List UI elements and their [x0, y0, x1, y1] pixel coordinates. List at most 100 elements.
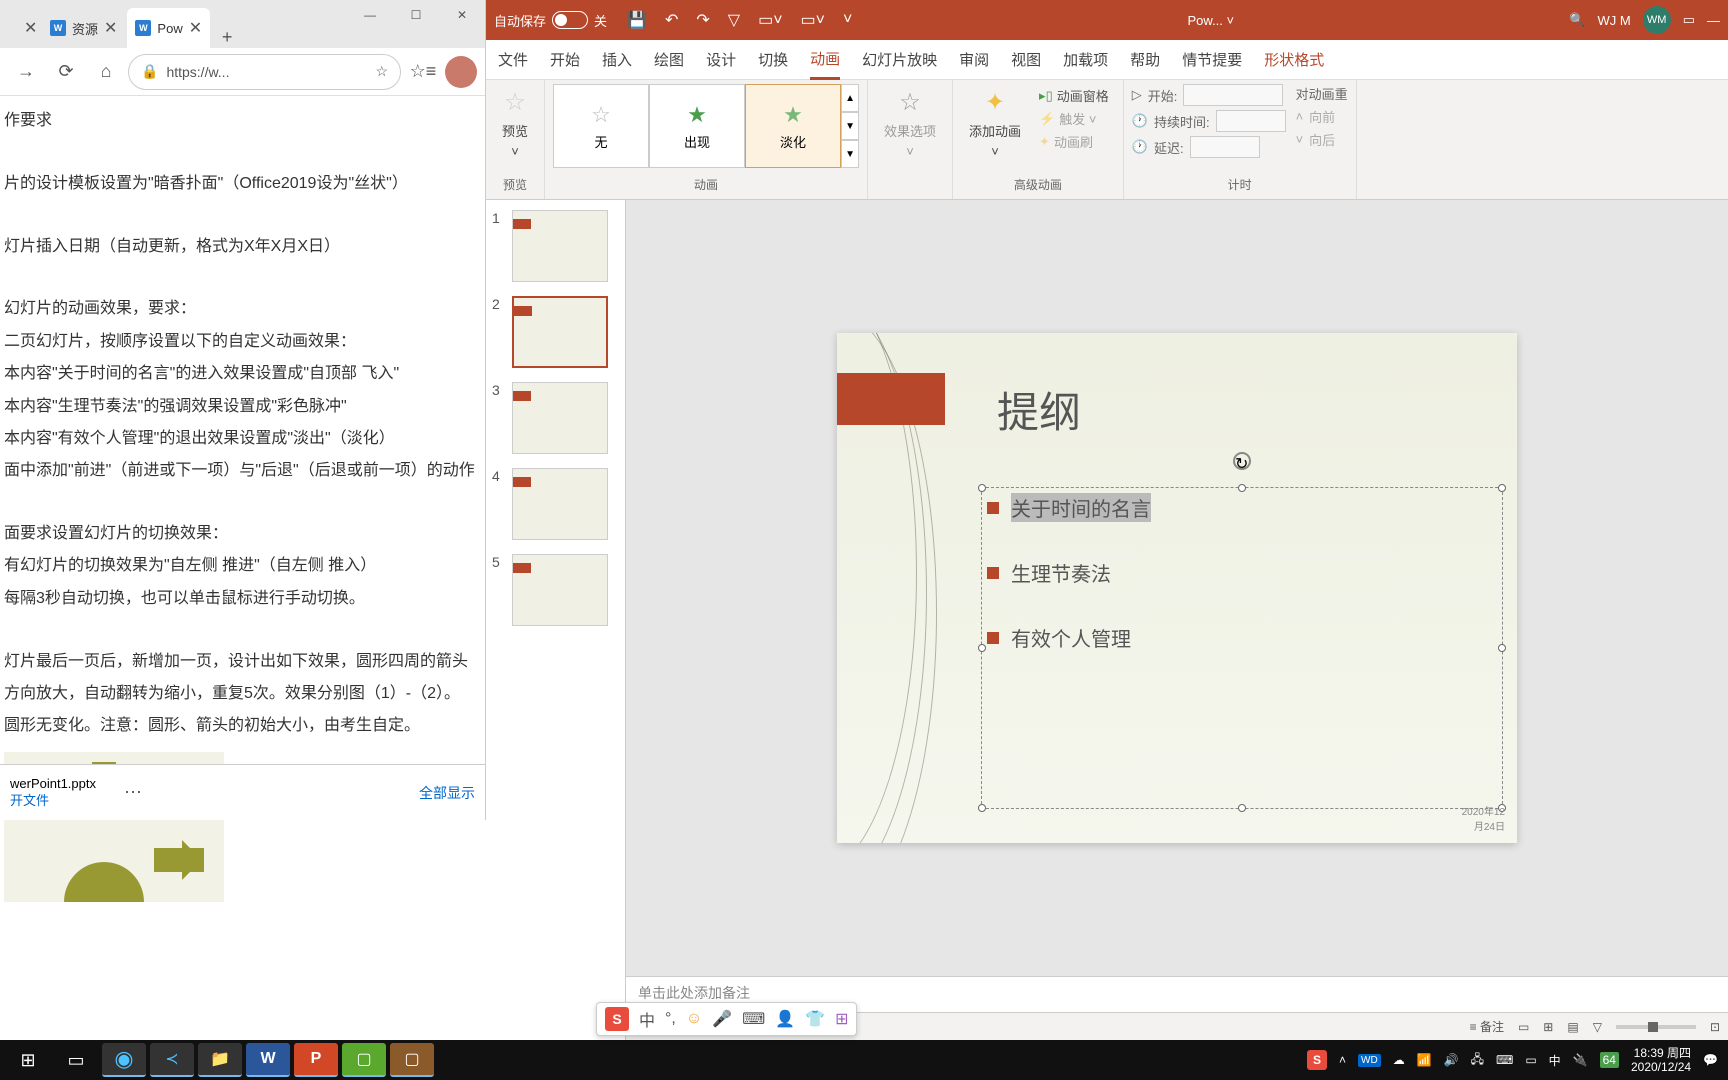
wifi-icon[interactable]: 📶 [1417, 1053, 1432, 1067]
animation-none[interactable]: ☆ 无 [553, 84, 649, 168]
reading-view-icon[interactable]: ▤ [1567, 1020, 1578, 1034]
tab-animations[interactable]: 动画 [810, 40, 840, 80]
ime-user-icon[interactable]: 👤 [775, 1009, 795, 1029]
add-animation-button[interactable]: ✦ 添加动画 ˅ [961, 84, 1029, 163]
search-icon[interactable]: 🔍 [1569, 12, 1585, 28]
slide-thumbnail[interactable] [512, 210, 608, 282]
toggle-switch[interactable] [552, 11, 588, 29]
browser-tab[interactable]: W 资源 ✕ [42, 8, 125, 48]
profile-avatar[interactable] [445, 56, 477, 88]
star-icon[interactable]: ☆ [375, 63, 388, 80]
slideshow-view-icon[interactable]: ▽ [1593, 1020, 1602, 1034]
wd-icon[interactable]: WD [1358, 1054, 1381, 1067]
start-dropdown[interactable] [1183, 84, 1283, 106]
scroll-up-button[interactable]: ▲ [841, 84, 859, 112]
tray-chevron-icon[interactable]: ˄ [1339, 1053, 1346, 1067]
animation-pane-button[interactable]: ▸▯动画窗格 [1039, 86, 1109, 105]
preview-button[interactable]: ☆ 预览 ˅ [494, 84, 536, 163]
animation-fade[interactable]: ★ 淡化 [745, 84, 841, 168]
slide[interactable]: 提纲 ↻ [837, 333, 1517, 843]
ime-voice-icon[interactable]: 🎤 [712, 1009, 732, 1029]
tab-addins[interactable]: 加载项 [1063, 41, 1108, 78]
resize-handle[interactable] [978, 644, 986, 652]
start-button[interactable]: ⊞ [4, 1040, 52, 1080]
resize-handle[interactable] [1498, 644, 1506, 652]
scroll-down-button[interactable]: ▼ [841, 112, 859, 140]
notes-button[interactable]: ≡ 备注 [1470, 1018, 1504, 1035]
app-green1[interactable]: ▢ [342, 1043, 386, 1077]
move-earlier-button[interactable]: ˄ 向前 [1296, 107, 1348, 126]
edge-app[interactable]: ◉ [102, 1043, 146, 1077]
vscode-app[interactable]: ≺ [150, 1043, 194, 1077]
user-avatar[interactable]: WM [1643, 6, 1671, 34]
resize-handle[interactable] [978, 804, 986, 812]
explorer-app[interactable]: 📁 [198, 1043, 242, 1077]
start-from-beginning-icon[interactable]: ▽ [728, 10, 740, 30]
animation-painter-button[interactable]: ✦动画刷 [1039, 132, 1109, 151]
customize-qat-icon[interactable]: ˅ [843, 11, 852, 29]
sogou-icon[interactable]: S [605, 1007, 629, 1031]
keyboard-icon[interactable]: ⌨ [1496, 1053, 1513, 1067]
tab-shape-format[interactable]: 形状格式 [1264, 41, 1324, 78]
url-input[interactable]: 🔒 https://w... ☆ [128, 54, 401, 90]
download-item[interactable]: werPoint1.pptx 开文件 ⋯ [10, 776, 142, 810]
browser-tab[interactable]: ✕ [10, 8, 40, 48]
more-icon[interactable]: ⋯ [124, 782, 142, 803]
slide-title[interactable]: 提纲 [997, 379, 1081, 440]
minimize-button[interactable]: — [1707, 13, 1720, 28]
content-placeholder[interactable]: ↻ 关于时间的名言 [987, 493, 1497, 803]
trigger-button[interactable]: ⚡触发 ˅ [1039, 109, 1109, 128]
rotate-handle[interactable]: ↻ [1233, 452, 1251, 470]
ime-lang[interactable]: 中 [639, 1007, 655, 1031]
power-icon[interactable]: 🔌 [1573, 1053, 1588, 1067]
animation-appear[interactable]: ★ 出现 [649, 84, 745, 168]
tab-help[interactable]: 帮助 [1130, 41, 1160, 78]
favorites-button[interactable]: ☆≡ [405, 54, 441, 90]
redo-icon[interactable]: ↷ [696, 10, 709, 30]
tab-file[interactable]: 文件 [498, 41, 528, 78]
tab-insert[interactable]: 插入 [602, 41, 632, 78]
tab-review[interactable]: 审阅 [959, 41, 989, 78]
task-view-button[interactable]: ▭ [52, 1040, 100, 1080]
delay-input[interactable] [1190, 136, 1260, 158]
resize-handle[interactable] [1238, 804, 1246, 812]
tab-storyboarding[interactable]: 情节提要 [1182, 41, 1242, 78]
word-app[interactable]: W [246, 1043, 290, 1077]
qat-icon[interactable]: ▭˅ [758, 10, 782, 30]
ime-toolbox-icon[interactable]: ⊞ [835, 1009, 848, 1029]
ime-punct-icon[interactable]: °, [665, 1010, 676, 1028]
close-icon[interactable]: ✕ [189, 18, 202, 38]
close-icon[interactable]: ✕ [104, 18, 117, 38]
close-icon[interactable]: ✕ [24, 18, 37, 38]
ribbon-options-icon[interactable]: ▭ [1683, 12, 1695, 28]
browser-tab-active[interactable]: W Pow ✕ [127, 8, 210, 48]
ime-floating-bar[interactable]: S 中 °, ☺ 🎤 ⌨ 👤 👕 ⊞ [596, 1002, 857, 1036]
network-icon[interactable]: 🖧 [1471, 1050, 1484, 1071]
zoom-slider[interactable] [1616, 1025, 1696, 1029]
tab-view[interactable]: 视图 [1011, 41, 1041, 78]
ime-keyboard-icon[interactable]: ⌨ [742, 1009, 765, 1029]
tab-transitions[interactable]: 切换 [758, 41, 788, 78]
clock[interactable]: 18:39 周四 2020/12/24 [1631, 1046, 1691, 1075]
move-later-button[interactable]: ˅ 向后 [1296, 130, 1348, 149]
fit-window-icon[interactable]: ⊡ [1710, 1020, 1720, 1034]
onedrive-icon[interactable]: ☁ [1393, 1053, 1405, 1067]
ime-lang-tray[interactable]: 中 [1549, 1052, 1561, 1069]
tab-draw[interactable]: 绘图 [654, 41, 684, 78]
battery-badge[interactable]: 64 [1600, 1052, 1619, 1068]
qat-icon[interactable]: ▭˅ [801, 10, 825, 30]
gallery-more-button[interactable]: ▼ [841, 140, 859, 168]
volume-icon[interactable]: 🔊 [1444, 1053, 1459, 1067]
dropdown-icon[interactable]: ˅ [1227, 13, 1235, 28]
slide-thumbnail[interactable] [512, 468, 608, 540]
maximize-button[interactable]: ☐ [393, 0, 439, 30]
tab-home[interactable]: 开始 [550, 41, 580, 78]
home-button[interactable]: ⌂ [88, 54, 124, 90]
normal-view-icon[interactable]: ▭ [1518, 1020, 1529, 1034]
tab-design[interactable]: 设计 [706, 41, 736, 78]
new-tab-button[interactable]: + [212, 27, 242, 48]
tab-slideshow[interactable]: 幻灯片放映 [862, 41, 937, 78]
save-icon[interactable]: 💾 [627, 10, 647, 30]
slide-thumbnail[interactable] [512, 554, 608, 626]
autosave-toggle[interactable]: 自动保存 关 [494, 11, 607, 30]
